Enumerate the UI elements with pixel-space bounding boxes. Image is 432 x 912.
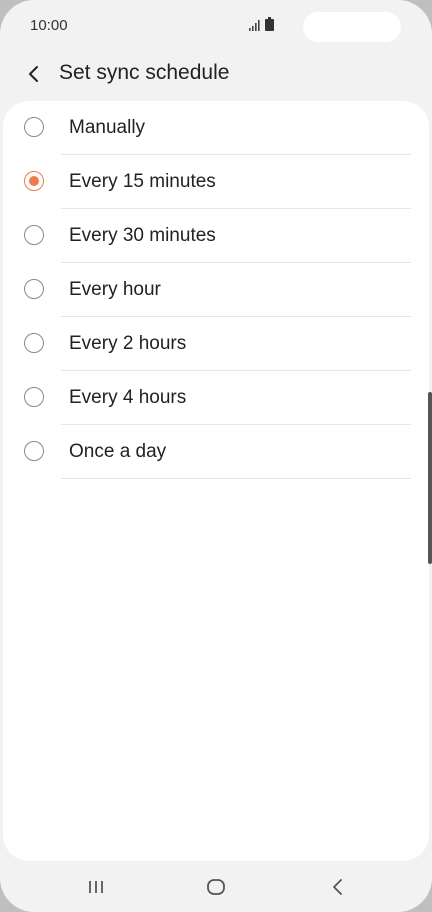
option-manually[interactable]: Manually [3,101,429,155]
page-title: Set sync schedule [59,61,230,84]
option-once-a-day[interactable]: Once a day [3,425,429,479]
option-label: Every 15 minutes [69,171,216,192]
status-bar: 10:00 [0,0,432,52]
back-button[interactable] [18,58,50,90]
phone-screen: 10:00 Set sync schedule Manually Every 1… [0,0,432,912]
option-every-30-minutes[interactable]: Every 30 minutes [3,209,429,263]
radio-button-selected[interactable] [24,171,44,191]
navigation-bar [0,862,432,912]
option-label: Manually [69,117,146,138]
radio-button[interactable] [24,279,44,299]
option-every-15-minutes[interactable]: Every 15 minutes [3,155,429,209]
app-bar: Set sync schedule [0,52,432,96]
scrollbar[interactable] [428,392,432,564]
recents-button[interactable] [76,872,116,902]
battery-icon [265,17,274,31]
divider [61,478,411,479]
option-label: Every hour [69,279,161,300]
radio-button[interactable] [24,117,44,137]
radio-button[interactable] [24,333,44,353]
option-every-2-hours[interactable]: Every 2 hours [3,317,429,371]
chevron-left-icon [29,66,38,82]
system-back-button[interactable] [318,872,358,902]
option-every-hour[interactable]: Every hour [3,263,429,317]
option-label: Every 30 minutes [69,225,216,246]
back-icon [333,879,342,895]
radio-button[interactable] [24,387,44,407]
signal-icon [249,20,260,31]
option-label: Every 2 hours [69,333,187,354]
home-icon [207,879,225,895]
radio-button[interactable] [24,225,44,245]
camera-cutout [303,12,401,42]
option-label: Once a day [69,441,167,462]
radio-button[interactable] [24,441,44,461]
option-label: Every 4 hours [69,387,187,408]
options-card: Manually Every 15 minutes Every 30 minut… [3,101,429,861]
status-time: 10:00 [30,17,68,34]
home-button[interactable] [196,872,236,902]
option-every-4-hours[interactable]: Every 4 hours [3,371,429,425]
recents-icon [89,881,103,893]
